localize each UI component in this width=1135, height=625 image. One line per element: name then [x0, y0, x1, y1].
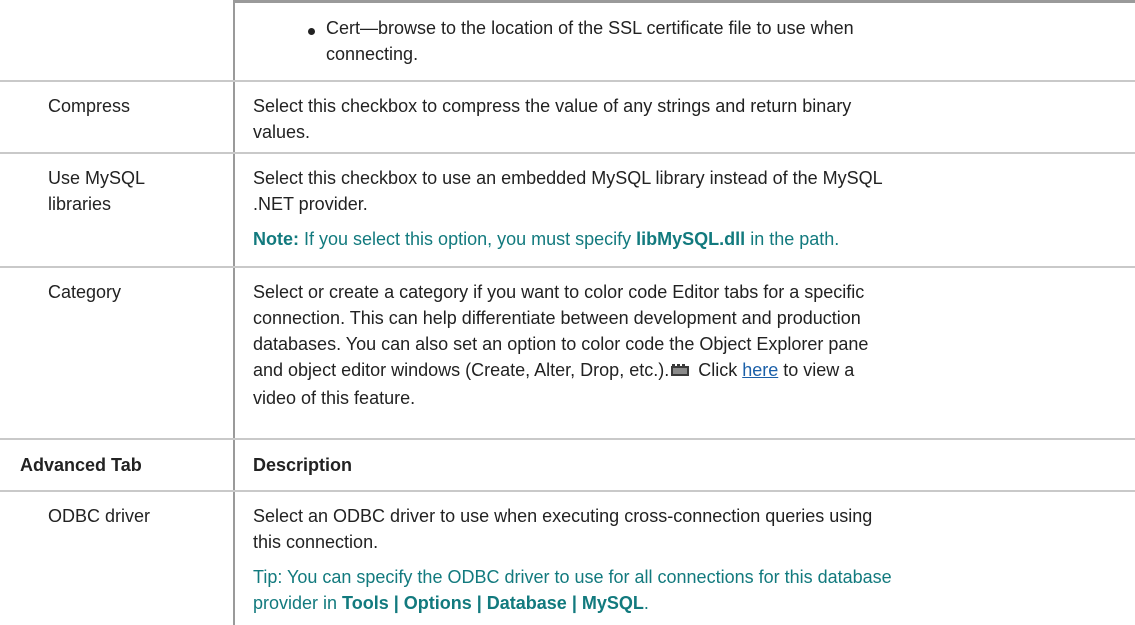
term-cell: Compress — [0, 82, 234, 152]
term-cell: Use MySQL libraries — [0, 154, 234, 266]
table-row-odbc-driver: ODBC driver Select an ODBC driver to use… — [0, 492, 1135, 625]
table-row-cert: Cert—browse to the location of the SSL c… — [0, 0, 1135, 82]
cert-bullet-text: Cert—browse to the location of the SSL c… — [326, 18, 854, 64]
term-cell: ODBC driver — [0, 492, 234, 625]
mysql-libraries-description: Select this checkbox to use an embedded … — [253, 168, 883, 214]
term-odbc-driver: ODBC driver — [48, 506, 151, 526]
table-header-advanced: Advanced Tab Description — [0, 440, 1135, 492]
header-advanced-tab: Advanced Tab — [20, 455, 142, 475]
description-cell: Select an ODBC driver to use when execut… — [235, 492, 1135, 625]
term-use-mysql-libraries: Use MySQL libraries — [48, 168, 146, 214]
term-cell: Category — [0, 268, 234, 438]
term-compress: Compress — [48, 96, 131, 116]
header-cell-description: Description — [235, 440, 1135, 490]
term-cell — [0, 0, 234, 80]
bullet-icon — [308, 28, 315, 35]
description-cell: Select this checkbox to use an embedded … — [235, 154, 1135, 266]
description-cell: Select this checkbox to compress the val… — [235, 82, 1135, 152]
note-text: Note: If you select this option, you mus… — [253, 229, 840, 249]
tip-text: Tip: You can specify the ODBC driver to … — [253, 567, 892, 613]
header-cell-advanced-tab: Advanced Tab — [0, 440, 234, 490]
compress-description: Select this checkbox to compress the val… — [253, 96, 852, 142]
table-row-mysql-libraries: Use MySQL libraries Select this checkbox… — [0, 154, 1135, 268]
category-description: Select or create a category if you want … — [253, 282, 869, 408]
here-link[interactable]: here — [742, 360, 778, 380]
term-category: Category — [48, 282, 122, 302]
description-cell: Cert—browse to the location of the SSL c… — [235, 0, 1135, 80]
description-cell: Select or create a category if you want … — [235, 268, 1135, 438]
table-row-compress: Compress Select this checkbox to compres… — [0, 82, 1135, 154]
odbc-description: Select an ODBC driver to use when execut… — [253, 506, 873, 552]
table-row-category: Category Select or create a category if … — [0, 268, 1135, 440]
header-description: Description — [253, 455, 353, 475]
video-icon — [671, 359, 690, 385]
